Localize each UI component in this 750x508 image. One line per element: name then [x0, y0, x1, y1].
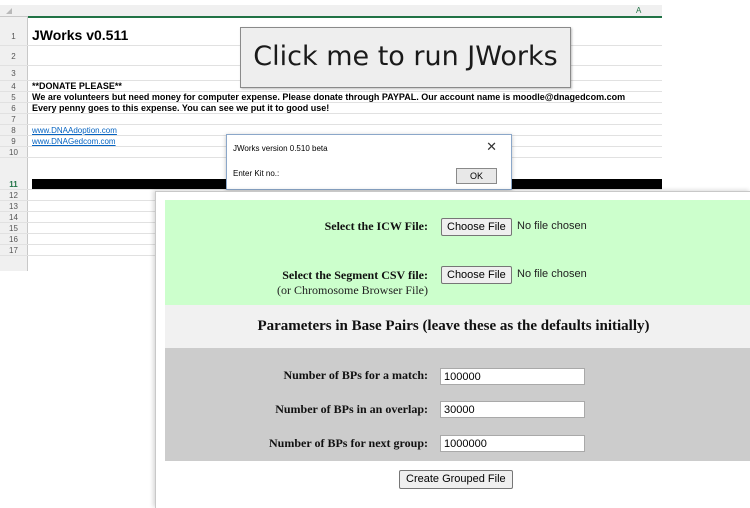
segment-file-sublabel: (or Chromosome Browser File)	[277, 283, 428, 297]
row-number: 9	[11, 137, 16, 146]
row-number: 10	[9, 148, 18, 157]
overlap-bp-label: Number of BPs in an overlap:	[275, 402, 428, 416]
choose-icw-file-button[interactable]: Choose File	[441, 218, 512, 236]
next-group-bp-label: Number of BPs for next group:	[269, 436, 428, 450]
row-number: 17	[9, 246, 18, 255]
match-bp-input[interactable]	[440, 368, 585, 385]
run-jworks-button[interactable]: Click me to run JWorks	[240, 27, 571, 88]
column-a-selection-line	[28, 16, 662, 18]
row-number: 1	[11, 32, 16, 41]
column-a-header[interactable]: A	[636, 5, 641, 16]
icw-file-label: Select the ICW File:	[324, 219, 428, 233]
dialog-title: JWorks version 0.510 beta	[233, 144, 328, 153]
create-grouped-file-button[interactable]: Create Grouped File	[399, 470, 513, 489]
row-number: 7	[11, 115, 16, 124]
row-number: 13	[9, 202, 18, 211]
row-number: 12	[9, 191, 18, 200]
kit-number-dialog: JWorks version 0.510 beta ✕ Enter Kit no…	[226, 134, 512, 190]
row-number: 6	[11, 104, 16, 113]
file-selection-section	[165, 200, 750, 305]
kit-number-prompt: Enter Kit no.:	[233, 169, 280, 178]
parameters-heading: Parameters in Base Pairs (leave these as…	[257, 318, 650, 334]
sheet-row-7[interactable]: 7	[0, 114, 662, 125]
match-bp-label: Number of BPs for a match:	[283, 368, 428, 382]
close-icon[interactable]: ✕	[486, 139, 497, 155]
donate-note-cell[interactable]: Every penny goes to this expense. You ca…	[32, 103, 329, 113]
dnaadoption-link[interactable]: www.DNAAdoption.com	[32, 126, 117, 135]
row-number: 16	[9, 235, 18, 244]
row-number: 15	[9, 224, 18, 233]
sheet-row-6[interactable]: 6 Every penny goes to this expense. You …	[0, 103, 662, 114]
row-number: 14	[9, 213, 18, 222]
row-number: 5	[11, 93, 16, 102]
choose-segment-file-button[interactable]: Choose File	[441, 266, 512, 284]
row-number: 3	[11, 69, 16, 78]
segment-file-label: Select the Segment CSV file:	[282, 268, 428, 282]
grouping-form: Select the ICW File: Choose File No file…	[155, 191, 750, 508]
row-number: 2	[11, 52, 16, 61]
donate-text-cell[interactable]: We are volunteers but need money for com…	[32, 92, 625, 102]
ok-button[interactable]: OK	[456, 168, 497, 184]
segment-file-status: No file chosen	[517, 268, 587, 280]
donate-heading-cell[interactable]: **DONATE PLEASE**	[32, 81, 122, 91]
next-group-bp-input[interactable]	[440, 435, 585, 452]
dnagedcom-link[interactable]: www.DNAGedcom.com	[32, 137, 116, 146]
row-number: 8	[11, 126, 16, 135]
app-title-cell[interactable]: JWorks v0.511	[32, 27, 128, 43]
row-number: 4	[11, 82, 16, 91]
select-all-corner[interactable]	[6, 8, 12, 14]
icw-file-status: No file chosen	[517, 220, 587, 232]
overlap-bp-input[interactable]	[440, 401, 585, 418]
sheet-row-5[interactable]: 5 We are volunteers but need money for c…	[0, 92, 662, 103]
row-number: 11	[9, 180, 18, 189]
